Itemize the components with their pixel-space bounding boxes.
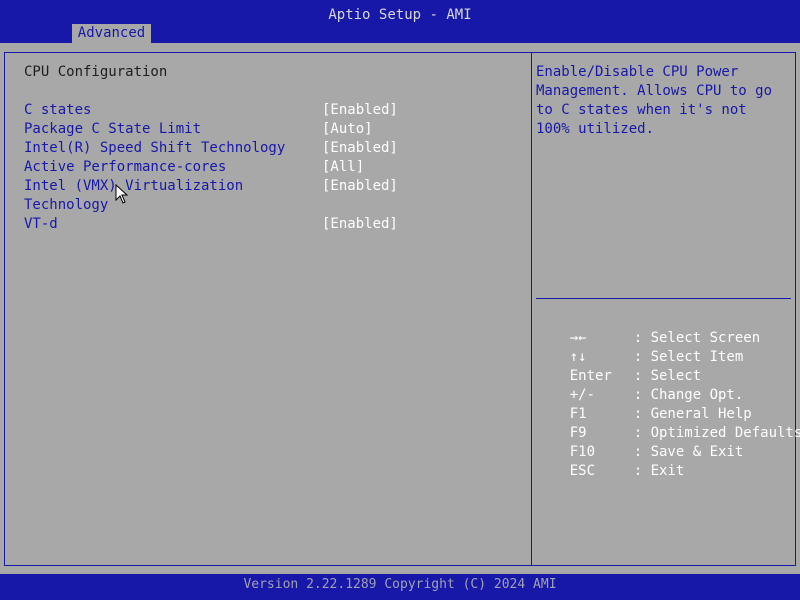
setting-package-c-state-limit-value[interactable]: [Auto] [322, 120, 373, 139]
help-divider [536, 298, 791, 299]
setting-speed-shift-value[interactable]: [Enabled] [322, 139, 398, 158]
setting-active-p-cores-label[interactable]: Active Performance-cores [24, 158, 226, 177]
setting-active-p-cores-value[interactable]: [All] [322, 158, 364, 177]
version-footer: Version 2.22.1289 Copyright (C) 2024 AMI [0, 574, 800, 600]
setting-vt-d-value[interactable]: [Enabled] [322, 215, 398, 234]
setting-speed-shift-label[interactable]: Intel(R) Speed Shift Technology [24, 139, 285, 158]
key-name: ESC [569, 463, 596, 479]
section-title: CPU Configuration [24, 64, 168, 80]
mouse-pointer-icon [115, 184, 129, 204]
key-hint-desc: : Exit [633, 463, 685, 479]
setting-vt-d-label[interactable]: VT-d [24, 215, 58, 234]
setup-frame: CPU Configuration C states [Enabled] Pac… [0, 43, 800, 574]
setting-c-states-value[interactable]: [Enabled] [322, 101, 398, 120]
setting-vmx-label[interactable]: Intel (VMX) Virtualization [24, 177, 243, 196]
title-bar: Aptio Setup - AMI Advanced [0, 0, 800, 43]
help-text: Enable/Disable CPU Power Management. All… [536, 64, 781, 137]
tab-advanced[interactable]: Advanced [72, 24, 151, 43]
window-title: Aptio Setup - AMI [328, 7, 472, 23]
setting-vmx-label-line2[interactable]: Technology [24, 196, 108, 215]
setting-c-states-label[interactable]: C states [24, 101, 91, 120]
key-hint-exit: ESC : Exit [536, 443, 685, 500]
setting-package-c-state-limit-label[interactable]: Package C State Limit [24, 120, 201, 139]
setting-vmx-value[interactable]: [Enabled] [322, 177, 398, 196]
